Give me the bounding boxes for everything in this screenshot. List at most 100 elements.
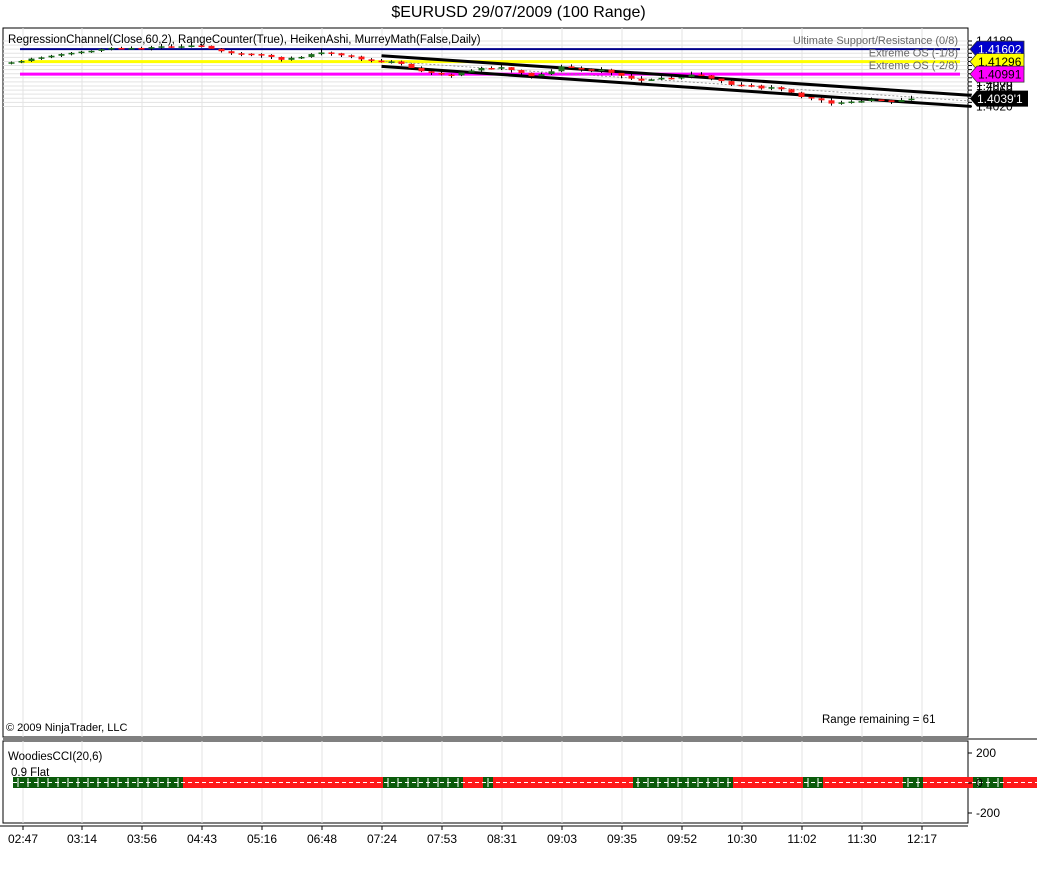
candle-body bbox=[88, 50, 95, 53]
candle-body bbox=[558, 66, 565, 72]
x-tick-label: 07:24 bbox=[367, 832, 397, 846]
candle-body bbox=[728, 81, 735, 85]
candle-body bbox=[68, 52, 75, 55]
candle-body bbox=[388, 61, 395, 63]
x-tick-label: 09:35 bbox=[607, 832, 637, 846]
candle-body bbox=[58, 54, 65, 56]
candle-body bbox=[38, 57, 45, 59]
candle-body bbox=[498, 67, 505, 69]
candle-body bbox=[418, 67, 425, 72]
candle-body bbox=[408, 63, 415, 68]
candle-body bbox=[368, 59, 375, 61]
murrey-level-label: Extreme OS (-1/8) bbox=[869, 48, 958, 60]
x-tick-label: 11:02 bbox=[787, 832, 816, 846]
candle-body bbox=[358, 56, 365, 60]
candle-body bbox=[898, 99, 905, 102]
x-tick-label: 06:48 bbox=[307, 832, 337, 846]
candle-body bbox=[768, 87, 775, 89]
panel-frames bbox=[0, 27, 1037, 827]
candle-body bbox=[328, 52, 335, 54]
candle-body bbox=[778, 87, 785, 90]
candle-body bbox=[908, 98, 915, 101]
candle-body bbox=[218, 48, 225, 52]
candle-body bbox=[268, 54, 275, 57]
candle-body bbox=[628, 75, 635, 79]
candle-body bbox=[578, 67, 585, 70]
candle-body bbox=[538, 74, 545, 77]
candle-body bbox=[608, 69, 615, 73]
candle-body bbox=[838, 102, 845, 104]
candle bbox=[298, 56, 305, 59]
candle-body bbox=[378, 60, 385, 63]
candle bbox=[478, 66, 485, 72]
candle bbox=[418, 66, 425, 73]
candle bbox=[738, 82, 745, 87]
candle-body bbox=[468, 70, 475, 73]
cci-status-label: 0.9 Flat bbox=[11, 767, 50, 779]
x-tick-label: 11:30 bbox=[847, 832, 876, 846]
candle-body bbox=[638, 78, 645, 81]
x-tick-label: 09:52 bbox=[667, 832, 697, 846]
x-tick-label: 07:53 bbox=[427, 832, 457, 846]
candle-body bbox=[698, 74, 705, 77]
cci-indicator-label: WoodiesCCI(20,6) bbox=[8, 751, 103, 763]
candle-body bbox=[888, 100, 895, 102]
chart-canvas[interactable]: Ultimate Support/Resistance (0/8)Extreme… bbox=[0, 0, 1037, 871]
candle-body bbox=[458, 72, 465, 76]
candle-body bbox=[8, 62, 15, 64]
x-tick-label: 05:16 bbox=[247, 832, 277, 846]
candle-body bbox=[758, 85, 765, 89]
candle-body bbox=[518, 70, 525, 73]
grid-lines bbox=[3, 28, 968, 823]
candle-body bbox=[528, 72, 535, 77]
candle bbox=[328, 51, 335, 56]
candle-body bbox=[568, 66, 575, 68]
candle-body bbox=[828, 100, 835, 104]
candle-body bbox=[148, 47, 155, 49]
candle bbox=[338, 52, 345, 57]
candle-body bbox=[708, 75, 715, 79]
candle-body bbox=[648, 79, 655, 81]
x-tick-label: 10:30 bbox=[727, 832, 757, 846]
x-tick-label: 09:03 bbox=[547, 832, 577, 846]
candle-body bbox=[788, 89, 795, 93]
candle-body bbox=[848, 101, 855, 104]
candle bbox=[798, 91, 805, 99]
candle-body bbox=[278, 56, 285, 60]
candle bbox=[128, 46, 135, 50]
woodies-cci-histogram bbox=[13, 777, 1037, 788]
candle-body bbox=[118, 47, 125, 50]
candle-body bbox=[588, 69, 595, 71]
candle-body bbox=[168, 46, 175, 48]
candle-body bbox=[338, 53, 345, 56]
price-tag-value: 1.40991 bbox=[978, 68, 1022, 82]
candle-body bbox=[598, 69, 605, 72]
candle bbox=[68, 52, 75, 56]
candle bbox=[268, 54, 275, 59]
murrey-level-label: Extreme OS (-2/8) bbox=[869, 60, 958, 72]
indicator-list-label: RegressionChannel(Close,60,2), RangeCoun… bbox=[8, 34, 481, 46]
candle-body bbox=[158, 46, 165, 48]
x-tick-label: 12:17 bbox=[907, 832, 937, 846]
candle-body bbox=[98, 49, 105, 51]
x-tick-label: 04:43 bbox=[187, 832, 217, 846]
price-panel-frame bbox=[2, 27, 969, 738]
candle bbox=[238, 52, 245, 57]
copyright-label: © 2009 NinjaTrader, LLC bbox=[6, 722, 128, 734]
candle-body bbox=[718, 78, 725, 82]
x-tick-label: 03:14 bbox=[67, 832, 97, 846]
candle-body bbox=[78, 51, 85, 54]
x-tick-label: 02:47 bbox=[8, 832, 38, 846]
candle-body bbox=[818, 98, 825, 101]
candle-body bbox=[668, 77, 675, 80]
candle bbox=[488, 66, 495, 70]
candle-body bbox=[138, 47, 145, 50]
price-tags: 1.416021.412961.409911.4039'1 bbox=[969, 40, 1028, 107]
candle-body bbox=[28, 58, 35, 62]
candle-body bbox=[678, 76, 685, 79]
candle-body bbox=[258, 54, 265, 56]
candle bbox=[848, 100, 855, 104]
candle-body bbox=[798, 92, 805, 98]
cci-tick-label: -200 bbox=[976, 806, 1000, 820]
candle-body bbox=[308, 54, 315, 57]
